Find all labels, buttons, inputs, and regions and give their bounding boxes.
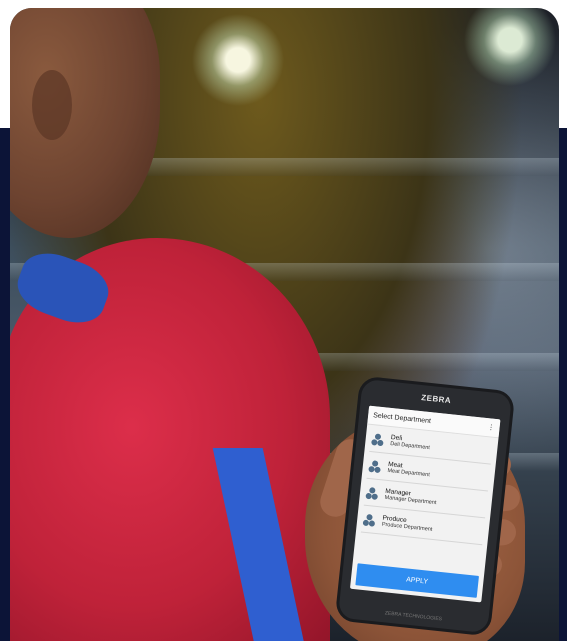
device-screen: Select Department ⋮ Deli Deli Department… (349, 405, 501, 603)
more-vert-icon[interactable]: ⋮ (487, 423, 495, 432)
employee-ear (32, 70, 72, 140)
mobile-device: ZEBRA Select Department ⋮ Deli Deli Depa… (337, 378, 513, 634)
hero-photo: ZEBRA Select Department ⋮ Deli Deli Depa… (10, 8, 559, 641)
department-icon (362, 514, 375, 527)
employee-head (10, 8, 160, 238)
apply-button[interactable]: APPLY (355, 563, 479, 598)
department-icon (365, 487, 378, 500)
department-icon (368, 460, 381, 473)
zebra-logo: ZEBRA (420, 392, 452, 405)
screen-title: Select Department (372, 411, 432, 425)
department-icon (371, 433, 384, 446)
